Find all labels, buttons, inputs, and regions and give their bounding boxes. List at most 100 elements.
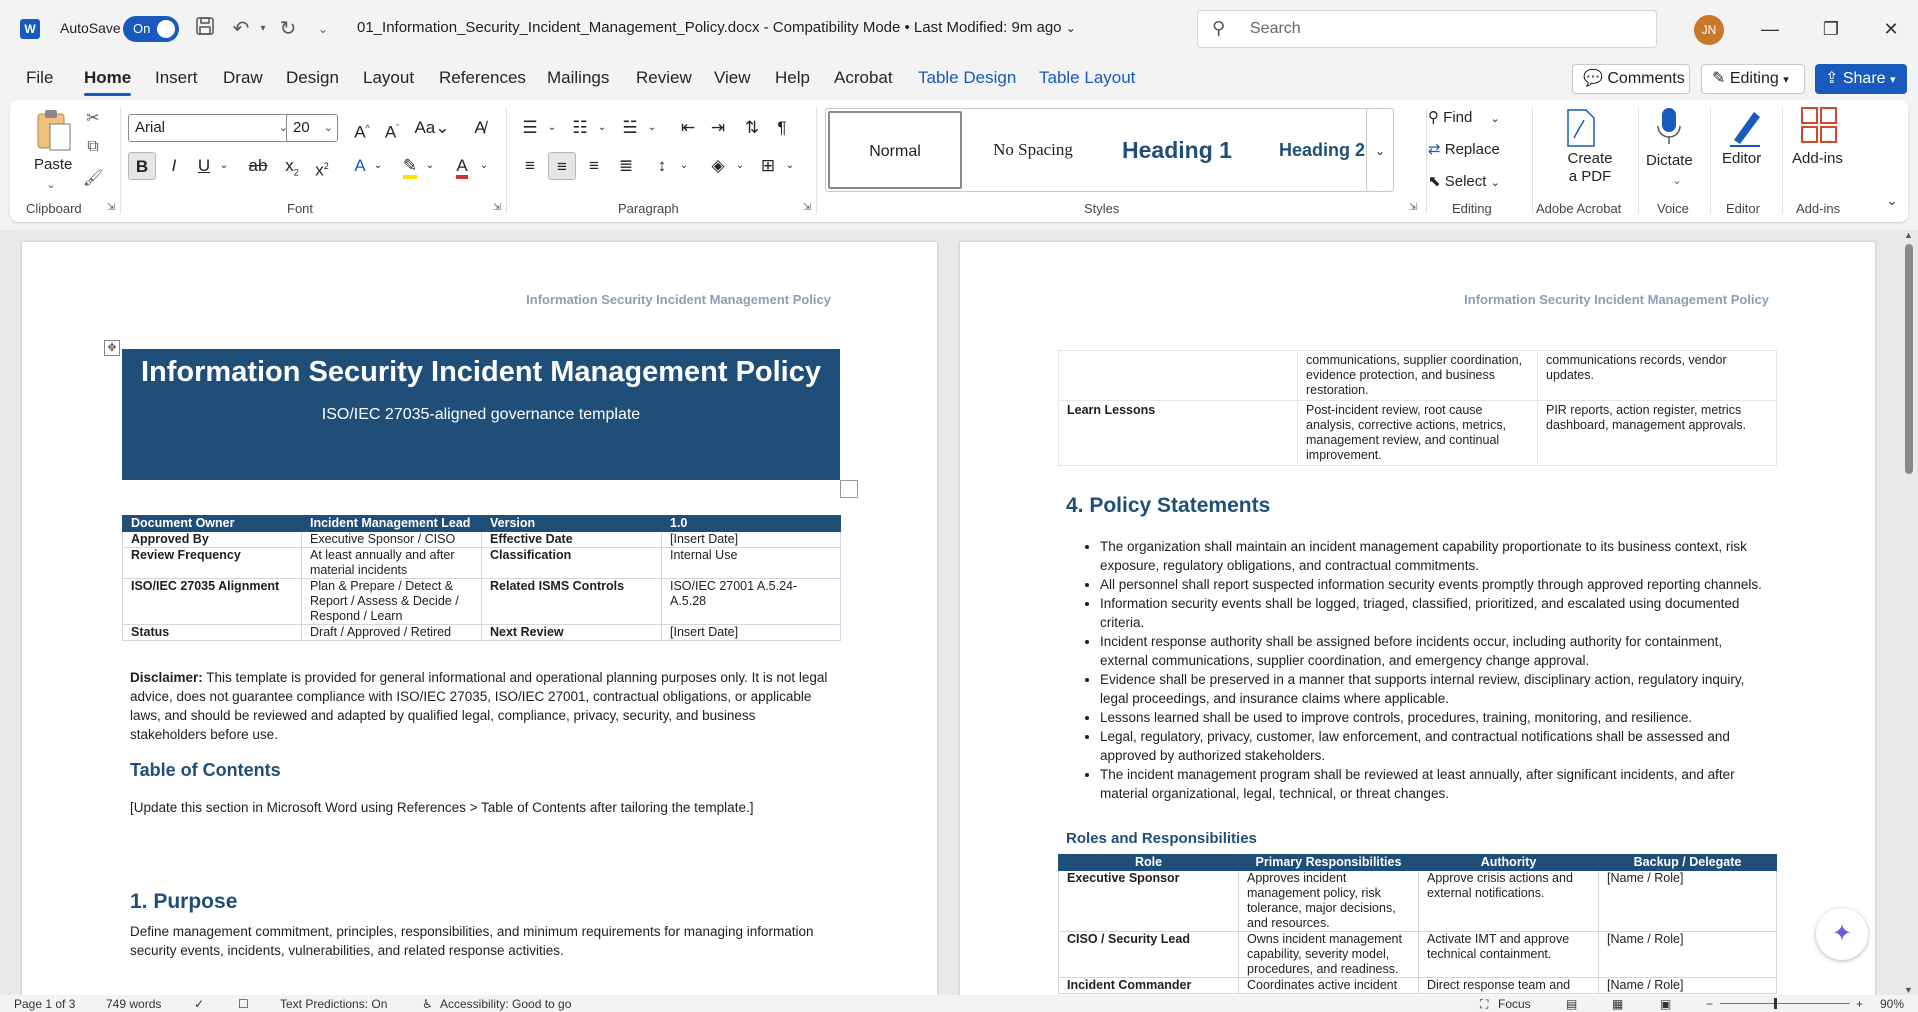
list-item[interactable]: All personnel shall report suspected inf… — [1100, 575, 1765, 594]
table-cell[interactable] — [1058, 350, 1298, 401]
tab-table-layout[interactable]: Table Layout — [1039, 68, 1135, 88]
vertical-scrollbar[interactable]: ▲ ▼ — [1902, 230, 1916, 995]
share-button[interactable]: ⇪ Share ▾ — [1815, 64, 1907, 94]
table-cell[interactable]: At least annually and after material inc… — [301, 547, 482, 579]
table-cell[interactable]: Document Owner — [122, 515, 302, 532]
change-case-icon[interactable]: Aa⌄ — [412, 114, 452, 142]
table-cell[interactable]: Classification — [481, 547, 662, 579]
zoom-slider-track[interactable] — [1720, 1003, 1850, 1004]
list-item[interactable]: Information security events shall be log… — [1100, 594, 1765, 632]
tab-references[interactable]: References — [439, 68, 526, 88]
list-item[interactable]: The organization shall maintain an incid… — [1100, 537, 1765, 575]
zoom-slider-thumb[interactable] — [1774, 998, 1777, 1009]
chevron-down-icon[interactable]: ⌄ — [588, 114, 616, 142]
scroll-up-icon[interactable]: ▲ — [1904, 230, 1913, 240]
table-cell[interactable]: Activate IMT and approve technical conta… — [1418, 931, 1599, 978]
table-cell[interactable]: Approve crisis actions and external noti… — [1418, 870, 1599, 932]
paste-icon[interactable] — [34, 108, 74, 154]
list-item[interactable]: Incident response authority shall be ass… — [1100, 632, 1765, 670]
table-cell[interactable]: Incident Commander — [1058, 977, 1239, 994]
table-cell[interactable]: Effective Date — [481, 531, 662, 548]
table-cell[interactable]: Executive Sponsor — [1058, 870, 1239, 932]
zoom-in-icon[interactable]: + — [1856, 997, 1863, 1011]
document-page-1[interactable]: Information Security Incident Management… — [22, 242, 937, 995]
show-formatting-icon[interactable]: ¶ — [768, 114, 796, 142]
web-layout-icon[interactable]: ▣ — [1660, 997, 1671, 1011]
align-right-icon[interactable]: ≡ — [580, 152, 608, 180]
comments-button[interactable]: 💬 Comments — [1572, 64, 1690, 94]
table-cell[interactable]: Status — [122, 624, 302, 641]
chevron-down-icon[interactable]: ⌄ — [416, 152, 444, 180]
list-item[interactable]: The incident management program shall be… — [1100, 765, 1765, 803]
dictate-label[interactable]: Dictate — [1646, 152, 1693, 169]
focus-button[interactable]: Focus — [1498, 997, 1531, 1011]
table-cell[interactable]: communications, supplier coordination, e… — [1297, 350, 1538, 401]
editor-icon[interactable] — [1726, 106, 1766, 150]
chevron-down-icon[interactable]: ⌄ — [538, 114, 566, 142]
select-button[interactable]: ⬉ Select ⌄ — [1428, 172, 1500, 190]
table-cell[interactable]: Internal Use — [661, 547, 841, 579]
table-cell[interactable]: [Name / Role] — [1598, 870, 1777, 932]
create-pdf-label[interactable]: Create a PDF — [1560, 150, 1620, 186]
table-cell[interactable]: Plan & Prepare / Detect & Report / Asses… — [301, 578, 482, 625]
table-cell[interactable]: Direct response team and — [1418, 977, 1599, 994]
table-header-cell[interactable]: Primary Responsibilities — [1238, 854, 1419, 871]
document-title[interactable]: 01_Information_Security_Incident_Managem… — [357, 19, 1076, 36]
style-no-spacing[interactable]: No Spacing — [966, 111, 1100, 189]
style-heading-1[interactable]: Heading 1 — [1102, 111, 1252, 189]
chevron-down-icon[interactable]: ⌄ — [776, 152, 804, 180]
avatar[interactable]: JN — [1694, 15, 1724, 45]
table-cell[interactable]: [Name / Role] — [1598, 931, 1777, 978]
list-item[interactable]: Legal, regulatory, privacy, customer, la… — [1100, 727, 1765, 765]
tab-home[interactable]: Home — [84, 68, 132, 96]
chevron-down-icon[interactable]: ⌄ — [40, 178, 62, 191]
table-cell[interactable]: ISO/IEC 27001 A.5.24-A.5.28 — [661, 578, 841, 625]
autosave-toggle[interactable]: On — [123, 16, 179, 42]
read-mode-icon[interactable]: ▤ — [1566, 997, 1577, 1011]
add-ins-label[interactable]: Add-ins — [1792, 150, 1843, 167]
justify-icon[interactable]: ≣ — [612, 152, 640, 180]
table-header-cell[interactable]: Backup / Delegate — [1598, 854, 1777, 871]
strikethrough-icon[interactable]: ab — [244, 152, 272, 180]
disclaimer-paragraph[interactable]: Disclaimer: This template is provided fo… — [130, 668, 830, 744]
tab-review[interactable]: Review — [636, 68, 692, 88]
accessibility-status[interactable]: Accessibility: Good to go — [440, 997, 571, 1011]
tab-design[interactable]: Design — [286, 68, 339, 88]
zoom-out-icon[interactable]: − — [1706, 997, 1713, 1011]
table-move-handle-icon[interactable]: ✥ — [104, 340, 120, 356]
read-aloud-icon[interactable]: ☐ — [238, 997, 249, 1011]
table-cell[interactable]: Owns incident management capability, sev… — [1238, 931, 1419, 978]
table-cell[interactable]: Version — [481, 515, 662, 532]
table-cell[interactable]: Next Review — [481, 624, 662, 641]
tab-acrobat[interactable]: Acrobat — [834, 68, 893, 88]
list-item[interactable]: Evidence shall be preserved in a manner … — [1100, 670, 1765, 708]
font-size-select[interactable]: 20 ⌄ — [286, 114, 338, 142]
table-cell[interactable]: ISO/IEC 27035 Alignment — [122, 578, 302, 625]
table-cell[interactable]: Draft / Approved / Retired — [301, 624, 482, 641]
table-cell[interactable]: [Insert Date] — [661, 531, 841, 548]
chevron-down-icon[interactable]: ⌄ — [726, 152, 754, 180]
save-icon[interactable] — [192, 16, 218, 42]
tab-file[interactable]: File — [26, 68, 53, 88]
purpose-paragraph[interactable]: Define management commitment, principles… — [130, 922, 830, 960]
add-ins-icon[interactable] — [1800, 106, 1840, 150]
list-item[interactable]: Lessons learned shall be used to improve… — [1100, 708, 1765, 727]
page-count[interactable]: Page 1 of 3 — [14, 997, 75, 1011]
clear-formatting-icon[interactable]: A̸ — [466, 114, 494, 142]
minimize-icon[interactable]: — — [1755, 14, 1785, 44]
scroll-thumb[interactable] — [1905, 244, 1913, 474]
zoom-level[interactable]: 90% — [1880, 997, 1904, 1011]
editor-label[interactable]: Editor — [1722, 150, 1761, 167]
collapse-ribbon-icon[interactable]: ⌄ — [1886, 192, 1898, 209]
shrink-font-icon[interactable]: Aˇ — [378, 114, 406, 142]
document-page-2[interactable]: Information Security Incident Management… — [960, 242, 1875, 995]
replace-button[interactable]: ⇄ Replace — [1428, 140, 1500, 158]
decrease-indent-icon[interactable]: ⇤ — [674, 114, 702, 142]
table-resize-handle[interactable] — [840, 480, 858, 498]
tab-insert[interactable]: Insert — [155, 68, 198, 88]
chevron-down-icon[interactable]: ⌄ — [1666, 174, 1688, 187]
table-cell[interactable]: Post-incident review, root cause analysi… — [1297, 400, 1538, 466]
tab-mailings[interactable]: Mailings — [547, 68, 609, 88]
superscript-icon[interactable]: x2 — [308, 152, 336, 180]
tab-view[interactable]: View — [714, 68, 751, 88]
